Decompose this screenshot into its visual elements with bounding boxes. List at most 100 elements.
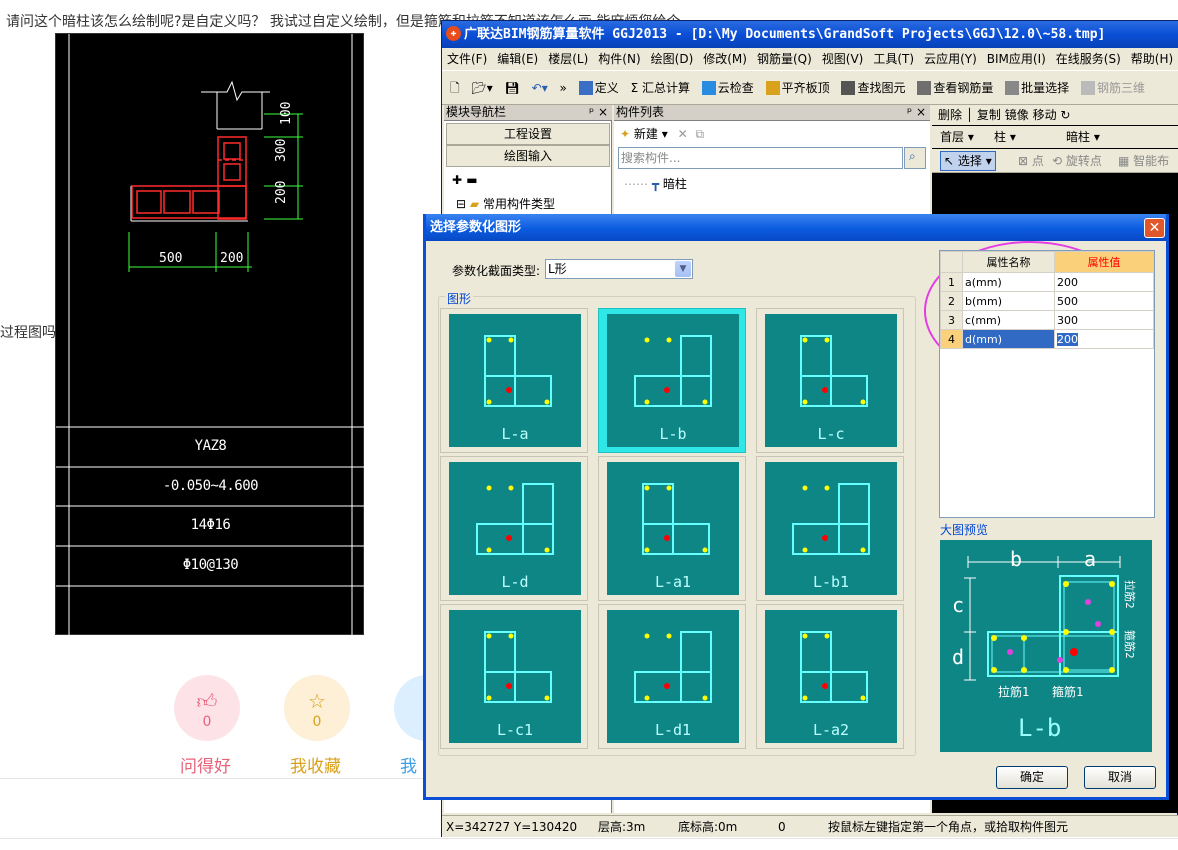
like-button[interactable]: 👍︎ 0 — [174, 675, 240, 741]
menu-file[interactable]: 文件(F) — [442, 48, 492, 70]
ok-button[interactable]: 确定 — [996, 766, 1068, 789]
menu-cloud[interactable]: 云应用(Y) — [919, 48, 982, 70]
table-row[interactable]: 1 a(mm) 200 — [940, 272, 1154, 292]
component-search-input[interactable]: 搜索构件... — [618, 147, 903, 169]
delete-tool[interactable]: 删除 — [938, 108, 962, 122]
table-row-selected[interactable]: 4 d(mm) 200 — [940, 329, 1154, 349]
search-icon[interactable]: ⌕ — [904, 147, 926, 169]
folder-icon: ▰ — [469, 197, 480, 211]
main-toolbar: 🗋 📂︎▾ 💾︎ ↶▾ » 定义 Σ 汇总计算 云检查 平齐板顶 查找图元 查看… — [442, 70, 1178, 105]
shape-tile-l-b[interactable]: L-b — [598, 308, 746, 453]
move-tool[interactable]: 移动 — [1033, 108, 1057, 122]
shape-tile-l-a[interactable]: L-a — [440, 308, 588, 453]
favorite-button[interactable]: ☆ 0 — [284, 675, 350, 741]
menu-rebar[interactable]: 钢筋量(Q) — [752, 48, 817, 70]
shape-tile-label: L-a — [501, 425, 529, 443]
select-tool[interactable]: ↖ 选择 ▾ — [940, 151, 996, 171]
section-type-select[interactable]: L形 ▼ — [545, 259, 693, 279]
table-row[interactable]: 3 c(mm) 300 — [940, 310, 1154, 330]
preview-shape-name: L-b — [1018, 714, 1061, 742]
divider — [0, 778, 441, 779]
overflow-chevron-icon[interactable]: » — [560, 71, 567, 104]
menu-view[interactable]: 视图(V) — [817, 48, 869, 70]
status-bar: X=342727 Y=130420 层高:3m 底标高:0m 0 按鼠标左键指定… — [442, 815, 1178, 837]
cad-table-stirrup: Φ10@130 — [182, 557, 239, 573]
toolbar-batch-select[interactable]: 批量选择 — [1005, 71, 1069, 104]
prop-value-b[interactable]: 500 — [1054, 291, 1154, 311]
menu-online[interactable]: 在线服务(S) — [1051, 48, 1126, 70]
shape-thumbnail: L-b — [607, 314, 739, 447]
shape-thumbnail: L-c1 — [449, 610, 581, 743]
new-component-button[interactable]: ✦ 新建 ▾ ✕ ⧉ — [620, 125, 704, 142]
menu-help[interactable]: 帮助(H) — [1126, 48, 1178, 70]
open-folder-icon[interactable]: 📂︎▾ — [471, 71, 492, 104]
tree-item-common-types[interactable]: ⊟ ▰ 常用构件类型 — [456, 195, 555, 212]
component-item-hidden-column[interactable]: ⋯⋯ ┳ 暗柱 — [624, 175, 687, 192]
shape-tile-l-b1[interactable]: L-b1 — [756, 456, 904, 601]
copy-tool[interactable]: 复制 — [977, 108, 1001, 122]
status-coords: X=342727 Y=130420 — [446, 820, 578, 834]
prop-header-value: 属性值 — [1054, 251, 1154, 273]
property-table: 属性名称 属性值 1 a(mm) 200 2 b(mm) 500 3 c(mm)… — [939, 250, 1155, 518]
new-file-icon[interactable]: 🗋 — [450, 71, 460, 104]
nav-drawing-input[interactable]: 绘图输入 — [446, 145, 610, 167]
menu-floor[interactable]: 楼层(L) — [543, 48, 593, 70]
preview-tie2-label: 拉筋2 — [1123, 580, 1137, 609]
delete-icon[interactable]: ✕ — [678, 127, 688, 141]
close-icon[interactable]: ✕ — [1144, 218, 1165, 238]
prop-value-c[interactable]: 300 — [1054, 310, 1154, 330]
shape-tile-l-a1[interactable]: L-a1 — [598, 456, 746, 601]
menu-bar: 文件(F) 编辑(E) 楼层(L) 构件(N) 绘图(D) 修改(M) 钢筋量(Q) 视图(V… — [442, 48, 1178, 70]
prop-header-name: 属性名称 — [962, 251, 1055, 273]
menu-tools[interactable]: 工具(T) — [868, 48, 919, 70]
shape-tile-l-c[interactable]: L-c — [756, 308, 904, 453]
menu-component[interactable]: 构件(N) — [593, 48, 645, 70]
expand-collapse-icon[interactable]: ✚ ▬ — [452, 173, 478, 187]
preview-dim-a: a — [1084, 547, 1096, 571]
toolbar-rebar-3d[interactable]: 钢筋三维 — [1081, 71, 1145, 104]
toolbar-flush-slab[interactable]: 平齐板顶 — [765, 71, 830, 104]
menu-edit[interactable]: 编辑(E) — [492, 48, 543, 70]
menu-draw[interactable]: 绘图(D) — [646, 48, 699, 70]
close-icon[interactable]: ᵖ × — [907, 105, 926, 120]
point-tool[interactable]: ⊠ 点 — [1018, 149, 1044, 173]
prop-value-a[interactable]: 200 — [1054, 272, 1154, 292]
toolbar-define[interactable]: 定义 — [578, 71, 619, 104]
copy-icon[interactable]: ⧉ — [695, 127, 704, 141]
category-select[interactable]: 柱 ▾ — [994, 126, 1016, 148]
save-icon[interactable]: 💾︎ — [505, 71, 520, 104]
app-title-bar: ✚ 广联达BIM钢筋算量软件 GGJ2013 - [D:\My Document… — [442, 21, 1178, 48]
toolbar-cloud-check[interactable]: 云检查 — [701, 71, 754, 104]
section-type-label: 参数化截面类型: — [452, 264, 541, 278]
rebar-view-icon — [917, 81, 932, 95]
menu-bim[interactable]: BIM应用(I) — [982, 48, 1051, 70]
table-row[interactable]: 2 b(mm) 500 — [940, 291, 1154, 311]
type-select[interactable]: 暗柱 ▾ — [1066, 126, 1100, 148]
toolbar-find-element[interactable]: 查找图元 — [841, 71, 906, 104]
mirror-tool[interactable]: 镜像 — [1005, 108, 1029, 122]
batch-select-icon — [1005, 81, 1020, 95]
shape-tile-l-d[interactable]: L-d — [440, 456, 588, 601]
nav-project-settings[interactable]: 工程设置 — [446, 123, 610, 145]
shape-tile-l-a2[interactable]: L-a2 — [756, 604, 904, 749]
preview-stirrup1-label: 箍筋1 — [1052, 684, 1083, 699]
define-icon — [578, 81, 593, 95]
shape-tile-l-c1[interactable]: L-c1 — [440, 604, 588, 749]
shape-tile-l-d1[interactable]: L-d1 — [598, 604, 746, 749]
shape-tile-label: L-c1 — [496, 721, 534, 739]
status-hint: 按鼠标左键指定第一个角点，或拾取构件图元 — [828, 820, 1069, 834]
toolbar-summary-calc[interactable]: Σ 汇总计算 — [631, 71, 690, 104]
prop-value-d[interactable]: 200 — [1054, 329, 1154, 349]
undo-icon[interactable]: ↶▾ — [532, 71, 548, 104]
cancel-button[interactable]: 取消 — [1084, 766, 1156, 789]
dim-v-200: 200 — [274, 181, 289, 204]
floor-select[interactable]: 首层 ▾ — [940, 126, 974, 148]
status-value: 0 — [778, 820, 786, 834]
shape-tile-label: L-b — [659, 425, 687, 443]
smart-place-tool[interactable]: ▦ 智能布 — [1118, 149, 1169, 173]
menu-modify[interactable]: 修改(M) — [698, 48, 752, 70]
rotate-point-tool[interactable]: ⟲ 旋转点 — [1052, 149, 1102, 173]
preview-stirrup2-label: 箍筋2 — [1123, 630, 1137, 659]
toolbar-view-rebar[interactable]: 查看钢筋量 — [917, 71, 993, 104]
close-icon[interactable]: ᵖ × — [589, 105, 608, 120]
